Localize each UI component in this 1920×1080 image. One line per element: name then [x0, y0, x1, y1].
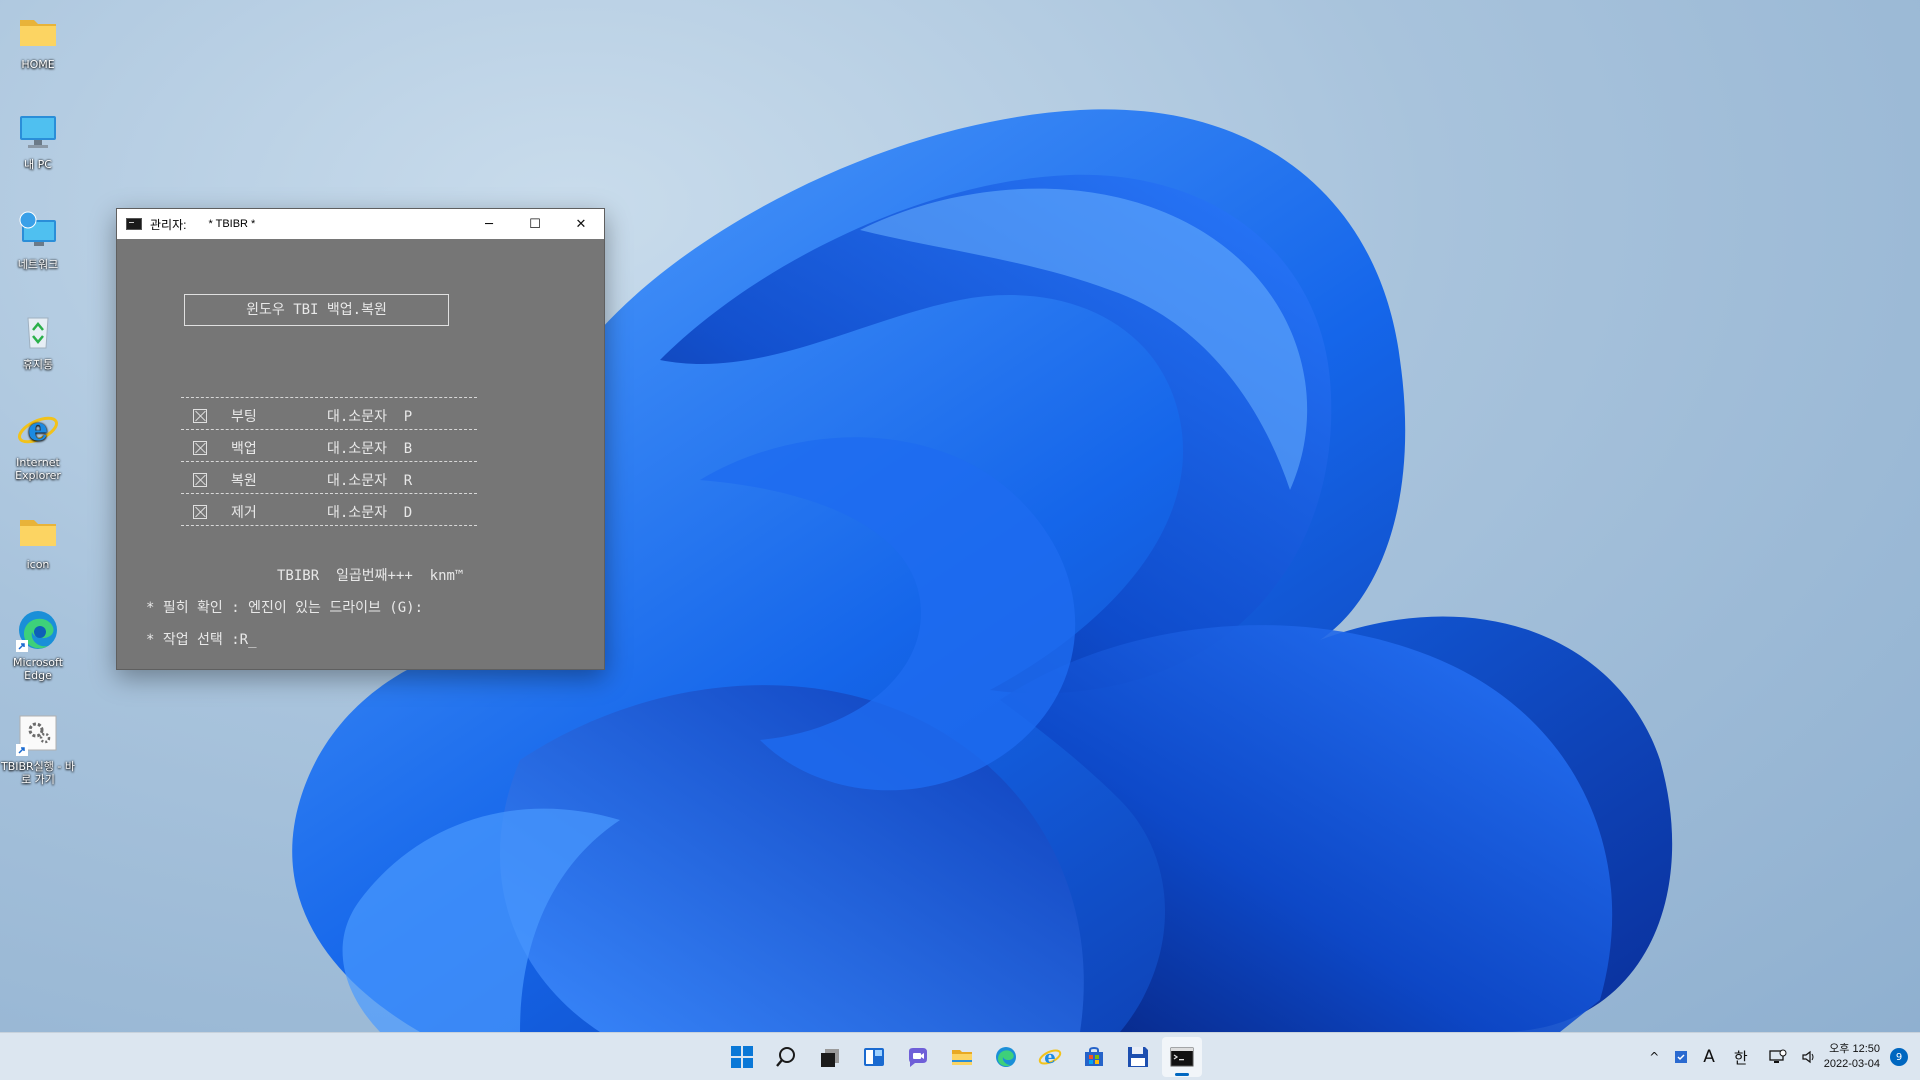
desktop-icon-network[interactable]: 네트워크 [8, 210, 68, 271]
svg-text:e: e [28, 410, 48, 448]
credit-line: TBIBR 일곱번째+++ knm™ [277, 568, 464, 584]
menu-item-backup: 백업 대.소문자 B [193, 438, 412, 458]
divider [181, 525, 477, 526]
internet-explorer-icon: e [1038, 1047, 1062, 1068]
clock-date: 2022-03-04 [1823, 1058, 1880, 1070]
file-explorer-button[interactable] [942, 1037, 982, 1077]
terminal-button[interactable] [1162, 1037, 1202, 1077]
chat-button[interactable] [898, 1037, 938, 1077]
recycle-bin-icon [16, 310, 60, 354]
internet-explorer-button[interactable]: e [1030, 1037, 1070, 1077]
desktop-icon-home[interactable]: HOME [8, 10, 68, 71]
security-shield-icon[interactable] [1673, 1049, 1689, 1065]
menu-item-name: 제거 [231, 505, 257, 521]
network-icon[interactable] [1769, 1049, 1787, 1065]
console-window[interactable]: 관리자: * TBIBR * ─ ☐ ✕ 윈도우 TBI 백업.복원 부팅 대.… [116, 208, 605, 670]
notice-line: * 필히 확인 : 엔진이 있는 드라이브 (G): [146, 600, 424, 616]
edge-button[interactable] [986, 1037, 1026, 1077]
desktop-icon-label: 네트워크 [17, 258, 59, 271]
search-button[interactable] [766, 1037, 806, 1077]
console-titlebar[interactable]: 관리자: * TBIBR * ─ ☐ ✕ [117, 209, 604, 239]
desktop-icon-label: Internet Explorer [15, 456, 61, 482]
checkbox-icon [193, 409, 207, 423]
ime-mode-indicator[interactable]: A [1703, 1047, 1715, 1067]
divider [181, 429, 477, 430]
minimize-button[interactable]: ─ [466, 209, 512, 239]
menu-item-restore: 복원 대.소문자 R [193, 470, 412, 490]
menu-item-name: 부팅 [231, 409, 257, 425]
desktop-icon-label: icon [26, 558, 50, 571]
svg-text:e: e [1044, 1047, 1055, 1068]
task-view-icon [821, 1049, 839, 1067]
checkbox-icon [193, 473, 207, 487]
desktop-icon-label: 내 PC [24, 158, 52, 171]
prompt-line[interactable]: * 작업 선택 :R_ [146, 629, 257, 649]
menu-item-remove: 제거 대.소문자 D [193, 502, 412, 522]
notification-badge[interactable]: 9 [1890, 1048, 1908, 1066]
chat-icon [909, 1048, 927, 1067]
store-icon [1085, 1046, 1103, 1066]
menu-item-key: 대.소문자 R [327, 473, 413, 489]
taskbar: e ^ A 한 오후 12:50 2022-03-04 9 [0, 1032, 1920, 1080]
file-explorer-icon [952, 1050, 972, 1065]
header-box: 윈도우 TBI 백업.복원 [184, 294, 449, 326]
desktop-icon-internet-explorer[interactable]: e Internet Explorer [8, 408, 68, 482]
start-button[interactable] [722, 1037, 762, 1077]
menu-item-name: 복원 [231, 473, 257, 489]
internet-explorer-icon: e [16, 408, 60, 452]
desktop-icon-label: Microsoft Edge [12, 656, 64, 682]
menu-item-key: 대.소문자 P [327, 409, 413, 425]
desktop-icon-icon-folder[interactable]: icon [8, 510, 68, 571]
window-title-prefix: 관리자: [150, 217, 187, 232]
console-app-icon [126, 218, 142, 230]
edge-icon [16, 608, 60, 652]
start-icon [731, 1046, 753, 1068]
widgets-icon [864, 1048, 884, 1066]
menu-item-name: 백업 [231, 441, 257, 457]
clock-time: 오후 12:50 [1829, 1043, 1880, 1055]
show-hidden-icons-button[interactable]: ^ [1649, 1050, 1659, 1064]
shortcut-settings-icon [16, 712, 60, 756]
desktop-icon-my-pc[interactable]: 내 PC [8, 110, 68, 171]
edge-icon [996, 1047, 1016, 1067]
terminal-icon [1170, 1047, 1194, 1067]
ime-language-indicator[interactable]: 한 [1734, 1047, 1748, 1068]
checkbox-icon [193, 505, 207, 519]
monitor-icon [16, 110, 60, 154]
console-output[interactable]: 윈도우 TBI 백업.복원 부팅 대.소문자 P 백업 대.소문자 B 복원 대… [117, 239, 604, 669]
folder-icon [16, 10, 60, 54]
network-icon [16, 210, 60, 254]
widgets-button[interactable] [854, 1037, 894, 1077]
menu-item-boot: 부팅 대.소문자 P [193, 406, 412, 426]
clock[interactable]: 오후 12:50 2022-03-04 [1824, 1042, 1880, 1072]
taskbar-apps: e [722, 1033, 1202, 1080]
task-view-button[interactable] [810, 1037, 850, 1077]
desktop-icon-label: TBIBR실행 - 바로 가기 [0, 760, 76, 786]
desktop-icon-microsoft-edge[interactable]: Microsoft Edge [8, 608, 68, 682]
menu-item-key: 대.소문자 B [327, 441, 413, 457]
divider [181, 493, 477, 494]
window-title: * TBIBR * [208, 218, 256, 230]
save-disk-icon [1128, 1047, 1148, 1067]
store-button[interactable] [1074, 1037, 1114, 1077]
maximize-button[interactable]: ☐ [512, 209, 558, 239]
close-button[interactable]: ✕ [558, 209, 604, 239]
save-app-button[interactable] [1118, 1037, 1158, 1077]
divider [181, 397, 477, 398]
menu-item-key: 대.소문자 D [327, 505, 413, 521]
system-tray: ^ A 한 오후 12:50 2022-03-04 9 [1642, 1033, 1920, 1080]
folder-icon [16, 510, 60, 554]
desktop-icon-label: HOME [21, 58, 55, 71]
divider [181, 461, 477, 462]
desktop-icon-label: 휴지통 [22, 358, 54, 371]
search-icon [776, 1047, 795, 1067]
volume-icon[interactable] [1801, 1049, 1817, 1065]
desktop-icon-recycle-bin[interactable]: 휴지통 [8, 310, 68, 371]
checkbox-icon [193, 441, 207, 455]
desktop-icon-tbibr-shortcut[interactable]: TBIBR실행 - 바로 가기 [1, 712, 75, 786]
